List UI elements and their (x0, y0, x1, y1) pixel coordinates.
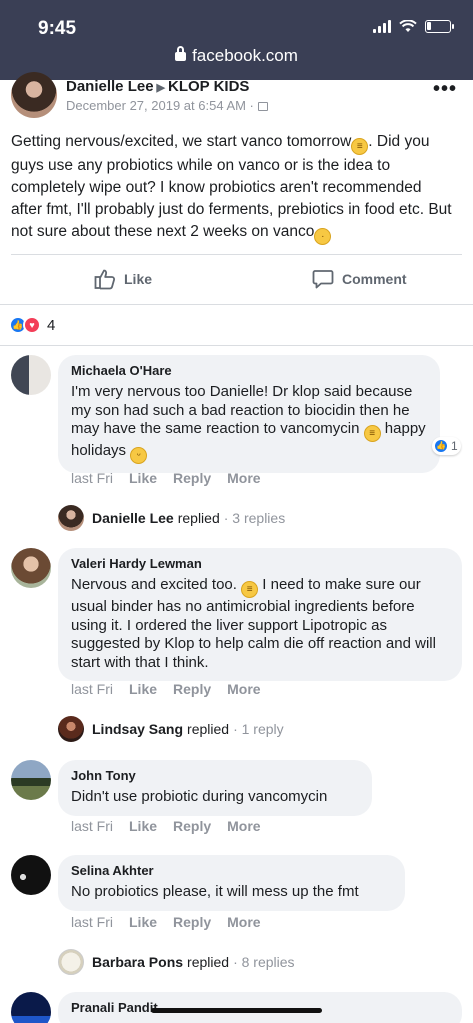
laughing-emoji-icon: ᵕ (130, 447, 148, 464)
replier-avatar (58, 949, 84, 975)
comment-more-button[interactable]: More (227, 914, 260, 930)
comment-bubble: Valeri Hardy Lewman Nervous and excited … (58, 548, 462, 681)
audience-icon (257, 102, 268, 111)
replier-avatar (58, 505, 84, 531)
comment-icon (312, 270, 334, 289)
post-reactions[interactable]: 👍 ♥ 4 (9, 316, 55, 334)
comment-more-button[interactable]: More (227, 681, 260, 697)
replies-link[interactable]: Lindsay Sang replied · 1 reply (58, 716, 284, 742)
comment-like-button[interactable]: Like (129, 914, 157, 930)
commenter-avatar[interactable] (11, 760, 51, 800)
replied-label: replied (177, 510, 220, 526)
replier-name: Lindsay Sang (92, 721, 184, 737)
reaction-count: 4 (47, 316, 56, 334)
divider (11, 254, 462, 255)
grimacing-emoji-icon: ≡ (363, 425, 381, 442)
post-date[interactable]: December 27, 2019 at 6:54 AM · (66, 98, 268, 113)
commenter-avatar[interactable] (11, 855, 51, 895)
comment-reaction-count: 1 (451, 439, 458, 453)
comment-reply-button[interactable]: Reply (173, 914, 211, 930)
divider (0, 304, 473, 305)
comment-actions: last Fri Like Reply More (71, 818, 261, 834)
comment-bubble: Michaela O'Hare I'm very nervous too Dan… (58, 355, 440, 473)
lock-icon (175, 46, 187, 61)
replier-avatar (58, 716, 84, 742)
post-author-line: Danielle Lee ▶ KLOP KIDS (66, 78, 249, 95)
status-icons (373, 20, 454, 33)
comment-actions: last Fri Like Reply More (71, 914, 261, 930)
reply-count: · 1 reply (233, 721, 284, 737)
comment-button[interactable]: Comment (312, 268, 407, 290)
post-text: Getting nervous/excited, we start vanco … (11, 131, 456, 245)
replies-link[interactable]: Danielle Lee replied · 3 replies (58, 505, 285, 531)
commenter-name[interactable]: Michaela O'Hare (71, 362, 428, 380)
replies-link[interactable]: Barbara Pons replied · 8 replies (58, 949, 295, 975)
commenter-avatar[interactable] (11, 548, 51, 588)
post-author-name[interactable]: Danielle Lee (66, 78, 154, 95)
comment-more-button[interactable]: More (227, 818, 260, 834)
comment-text: No probiotics please, it will mess up th… (71, 883, 359, 900)
signal-icon (373, 20, 391, 33)
comment-like-button[interactable]: Like (129, 681, 157, 697)
comment-label: Comment (342, 271, 407, 287)
browser-top-bar: 9:45 facebook.com (0, 0, 473, 80)
shushing-emoji-icon: · (314, 228, 332, 245)
comment-reaction-badge[interactable]: 👍 1 (432, 437, 461, 455)
post-group-name[interactable]: KLOP KIDS (168, 78, 249, 95)
replied-label: replied (187, 954, 230, 970)
commenter-name[interactable]: John Tony (71, 767, 360, 785)
thumbs-up-icon (94, 269, 116, 290)
reply-count: · 8 replies (233, 954, 295, 970)
comment-actions: last Fri Like Reply More (71, 681, 261, 697)
comment-reply-button[interactable]: Reply (173, 681, 211, 697)
wifi-icon (399, 20, 417, 32)
love-reaction-icon: ♥ (23, 316, 41, 334)
url-text: facebook.com (192, 46, 298, 65)
comment-like-button[interactable]: Like (129, 470, 157, 486)
replier-name: Danielle Lee (92, 510, 174, 526)
comment-time[interactable]: last Fri (71, 914, 113, 930)
comment-text: I'm very nervous too Danielle! Dr klop s… (71, 383, 428, 464)
replier-name: Barbara Pons (92, 954, 184, 970)
comment-time[interactable]: last Fri (71, 470, 113, 486)
comment-time[interactable]: last Fri (71, 681, 113, 697)
divider (0, 345, 473, 346)
comment-more-button[interactable]: More (227, 470, 260, 486)
home-indicator[interactable] (151, 1008, 322, 1013)
comment-like-button[interactable]: Like (129, 818, 157, 834)
comment-reply-button[interactable]: Reply (173, 470, 211, 486)
like-label: Like (124, 271, 153, 287)
comment-bubble: Selina Akhter No probiotics please, it w… (58, 855, 405, 911)
comment-bubble: John Tony Didn't use probiotic during va… (58, 760, 372, 816)
comment-time[interactable]: last Fri (71, 818, 113, 834)
post-author-avatar[interactable] (11, 72, 57, 118)
commenter-name[interactable]: Valeri Hardy Lewman (71, 555, 450, 573)
like-reaction-icon: 👍 (433, 438, 449, 454)
comment-text: Nervous and excited too. ≡ I need to mak… (71, 576, 436, 671)
battery-icon (425, 20, 454, 33)
grimacing-emoji-icon: ≡ (351, 138, 369, 155)
like-button[interactable]: Like (94, 268, 152, 290)
commenter-name[interactable]: Selina Akhter (71, 862, 393, 880)
replied-label: replied (187, 721, 230, 737)
comment-text: Didn't use probiotic during vancomycin (71, 788, 328, 805)
arrow-right-icon: ▶ (156, 82, 166, 94)
reply-count: · 3 replies (223, 510, 286, 526)
commenter-avatar[interactable] (11, 355, 51, 395)
comment-actions: last Fri Like Reply More (71, 470, 261, 486)
url-bar[interactable]: facebook.com (0, 46, 473, 66)
comment-reply-button[interactable]: Reply (173, 818, 211, 834)
post-more-options-icon[interactable]: ••• (433, 78, 457, 101)
status-time: 9:45 (38, 18, 77, 39)
grimacing-emoji-icon: ≡ (241, 581, 259, 598)
commenter-avatar[interactable] (11, 992, 51, 1023)
